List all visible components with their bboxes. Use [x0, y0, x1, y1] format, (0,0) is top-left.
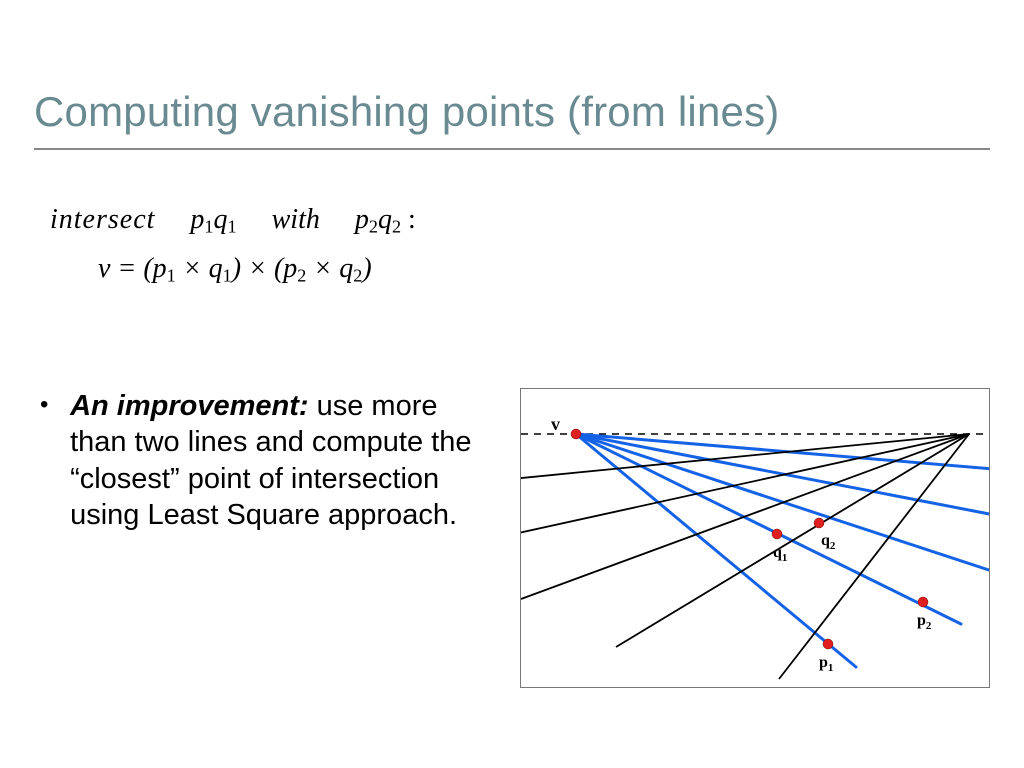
formula-block: intersect p1q1 with p2q2 : v = (p1 × q1)… — [50, 200, 416, 289]
label-v: v — [551, 414, 560, 434]
formula-line-2: v = (p1 × q1) × (p2 × q2) — [50, 249, 416, 290]
label-q1: q1 — [773, 544, 787, 564]
label-q2: q2 — [821, 532, 836, 552]
bullet-text: An improvement: use more than two lines … — [70, 388, 490, 533]
label-p1: p1 — [819, 654, 833, 674]
word-with: with — [272, 204, 320, 235]
formula-line-1: intersect p1q1 with p2q2 : — [50, 200, 416, 241]
bullet-marker: • — [40, 388, 62, 422]
word-intersect: intersect — [50, 204, 155, 235]
label-p2: p2 — [917, 612, 932, 632]
bullet-item: • An improvement: use more than two line… — [40, 388, 500, 533]
slide-title: Computing vanishing points (from lines) — [34, 88, 779, 136]
bullet-lead: An improvement: — [70, 390, 308, 422]
title-underline — [34, 148, 990, 150]
slide: Computing vanishing points (from lines) … — [0, 0, 1024, 768]
vanishing-point-diagram: v q1 q2 p1 p2 — [520, 388, 990, 688]
